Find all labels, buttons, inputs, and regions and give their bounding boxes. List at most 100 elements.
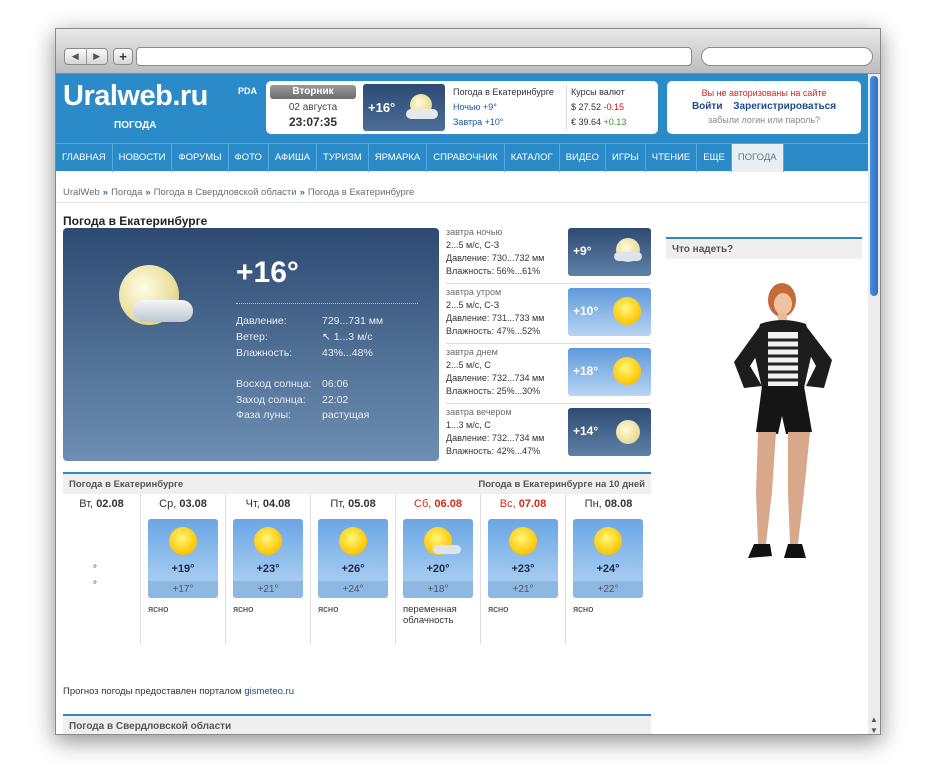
day-description: ясно bbox=[573, 604, 594, 615]
menu-item-weather[interactable]: ПОГОДА bbox=[731, 144, 784, 172]
weekday: Чт, bbox=[245, 498, 260, 510]
cloud-icon bbox=[433, 545, 461, 554]
menu-item-fair[interactable]: ЯРМАРКА bbox=[369, 144, 428, 172]
sunset-value: 22:02 bbox=[322, 394, 349, 406]
day-weather-tile[interactable]: +20° +18° bbox=[403, 519, 473, 598]
night-forecast-link[interactable]: Ночью +9° bbox=[453, 100, 554, 115]
site-logo[interactable]: Uralweb.ru bbox=[63, 80, 208, 113]
day-description: переменная облачность bbox=[403, 604, 457, 626]
period-details: завтра утром 2...5 м/с, С-З Давление: 73… bbox=[446, 286, 544, 338]
page-title: Погода в Екатеринбурге bbox=[63, 214, 208, 228]
sunrise-label: Восход солнца: bbox=[236, 378, 312, 390]
menu-item-catalog[interactable]: КАТАЛОГ bbox=[505, 144, 560, 172]
period-weather-image: +18° bbox=[568, 348, 651, 396]
day-weather-tile[interactable]: +26° +24° bbox=[318, 519, 388, 598]
address-bar[interactable] bbox=[136, 47, 692, 66]
ten-day-left-title[interactable]: Погода в Екатеринбурге bbox=[69, 479, 183, 490]
day-temp-min: +21° bbox=[233, 581, 303, 598]
day-date: 08.08 bbox=[604, 498, 633, 510]
mini-forecast-title: Погода в Екатеринбурге bbox=[453, 87, 554, 97]
add-bookmark-button[interactable]: + bbox=[113, 48, 133, 65]
sun-icon bbox=[594, 527, 622, 555]
pda-link[interactable]: PDA bbox=[238, 86, 257, 96]
empty-temp-max: ° bbox=[93, 564, 97, 575]
logo-section-label: ПОГОДА bbox=[114, 120, 157, 131]
sunset-label: Заход солнца: bbox=[236, 394, 306, 406]
period-pressure: Давление: 732...734 мм bbox=[446, 373, 545, 383]
sun-icon bbox=[613, 357, 641, 385]
menu-item-directory[interactable]: СПРАВОЧНИК bbox=[427, 144, 505, 172]
day-temp-min: +18° bbox=[403, 581, 473, 598]
auth-warning: Вы не авторизованы на сайте bbox=[701, 88, 827, 98]
day-date: 05.08 bbox=[348, 498, 376, 510]
forecast-period: завтра днем 2...5 м/с, С Давление: 732..… bbox=[446, 344, 651, 404]
weekday: Ср, bbox=[159, 498, 177, 510]
period-weather-image: +10° bbox=[568, 288, 651, 336]
day-temp-max: +19° bbox=[171, 563, 195, 575]
menu-item-games[interactable]: ИГРЫ bbox=[606, 144, 646, 172]
humidity-row: Влажность: 43%...48% bbox=[236, 347, 373, 359]
menu-item-forums[interactable]: ФОРУМЫ bbox=[172, 144, 229, 172]
scroll-down-arrow-icon[interactable]: ▼ bbox=[868, 726, 880, 734]
day-column: Чт, 04.08 +23° +21° ясно bbox=[226, 494, 311, 644]
scroll-up-arrow-icon[interactable]: ▲ bbox=[868, 715, 880, 724]
breadcrumb-item[interactable]: Погода в Свердловской области bbox=[154, 187, 297, 198]
browser-search-field[interactable] bbox=[701, 47, 873, 66]
register-link[interactable]: Зарегистрироваться bbox=[733, 101, 836, 112]
moon-phase-value: растущая bbox=[322, 409, 370, 421]
forgot-password-link[interactable]: забыли логин или пароль? bbox=[667, 115, 861, 125]
wind-value: 1...3 м/с bbox=[333, 331, 373, 343]
pressure-value: 729...731 мм bbox=[322, 315, 384, 327]
period-pressure: Давление: 731...733 мм bbox=[446, 313, 545, 323]
period-weather-image: +14° bbox=[568, 408, 651, 456]
forward-button[interactable]: ▶ bbox=[87, 49, 108, 64]
wind-direction-icon: ↖ bbox=[322, 331, 334, 343]
login-link[interactable]: Войти bbox=[692, 101, 723, 112]
auth-box: Вы не авторизованы на сайте Войти Зареги… bbox=[667, 81, 861, 134]
forecast-period: завтра ночью 2...5 м/с, С-З Давление: 73… bbox=[446, 224, 651, 284]
gismeteo-link[interactable]: gismeteo.ru bbox=[244, 686, 294, 697]
weekday: Вс, bbox=[499, 498, 516, 510]
region-section-header: Погода в Свердловской области bbox=[63, 714, 651, 734]
day-weather-tile[interactable]: +24° +22° bbox=[573, 519, 643, 598]
menu-item-main[interactable]: ГЛАВНАЯ bbox=[56, 144, 113, 172]
menu-item-tourism[interactable]: ТУРИЗМ bbox=[317, 144, 369, 172]
menu-item-news[interactable]: НОВОСТИ bbox=[113, 144, 173, 172]
scroll-thumb[interactable] bbox=[870, 76, 878, 296]
browser-window: ◀ ▶ + ▲ ▼ Uralweb.ru ПОГОДА PDA Вторник … bbox=[55, 28, 881, 735]
day-column-today: Вт, 02.08 ° ° bbox=[63, 494, 141, 644]
breadcrumb-item[interactable]: Погода в Екатеринбурге bbox=[308, 187, 414, 198]
breadcrumb-item[interactable]: Погода bbox=[111, 187, 142, 198]
day-label: Вт, 02.08 bbox=[63, 498, 140, 510]
day-weather-tile[interactable]: +23° +21° bbox=[488, 519, 558, 598]
tomorrow-forecast-list: завтра ночью 2...5 м/с, С-З Давление: 73… bbox=[446, 224, 651, 464]
scrollbar[interactable]: ▲ ▼ bbox=[867, 74, 880, 734]
ten-day-right-title[interactable]: Погода в Екатеринбурге на 10 дней bbox=[478, 479, 645, 490]
current-time: 23:07:35 bbox=[288, 115, 338, 129]
mini-weather-thumbnail[interactable]: +16° bbox=[363, 84, 445, 131]
day-weather-tile[interactable]: +19° +17° bbox=[148, 519, 218, 598]
wind-label: Ветер: bbox=[236, 331, 268, 343]
day-temp-max: +23° bbox=[511, 563, 535, 575]
breadcrumb-item[interactable]: UralWeb bbox=[63, 187, 100, 198]
menu-item-reading[interactable]: ЧТЕНИЕ bbox=[646, 144, 698, 172]
day-date: 02.08 bbox=[96, 498, 124, 510]
currency-rates: Курсы валют $ 27.52 -0.15 € 39.64 +0.13 bbox=[566, 85, 626, 131]
pressure-label: Давление: bbox=[236, 315, 287, 327]
forecast-period: завтра вечером 1...3 м/с, С Давление: 73… bbox=[446, 404, 651, 464]
day-name: Вторник bbox=[270, 85, 356, 99]
day-temp-min: +24° bbox=[318, 581, 388, 598]
period-title: завтра днем bbox=[446, 347, 498, 357]
menu-item-more[interactable]: ЕЩЕ bbox=[697, 144, 732, 172]
date-weather-widget: Вторник 02 августа 23:07:35 +16° Погода … bbox=[266, 81, 658, 134]
menu-item-photo[interactable]: ФОТО bbox=[229, 144, 269, 172]
period-humidity: Влажность: 56%...61% bbox=[446, 266, 541, 276]
current-date: 02 августа bbox=[288, 102, 338, 113]
day-weather-tile[interactable]: +23° +21° bbox=[233, 519, 303, 598]
menu-item-video[interactable]: ВИДЕО bbox=[560, 144, 607, 172]
day-columns: Вт, 02.08 ° ° Ср, 03.08 +19° +17° ясно Чт… bbox=[63, 494, 651, 644]
clothing-model-image bbox=[734, 283, 832, 558]
tomorrow-forecast-link[interactable]: Завтра +10° bbox=[453, 115, 554, 130]
back-button[interactable]: ◀ bbox=[65, 49, 87, 64]
menu-item-afisha[interactable]: АФИША bbox=[269, 144, 318, 172]
